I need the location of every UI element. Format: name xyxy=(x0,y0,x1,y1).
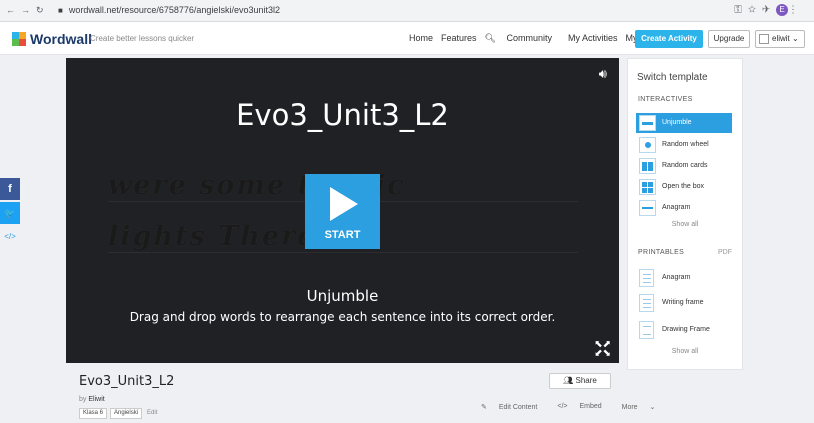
resource-actions: ✎ Edit Content </> Embed More ⌄ xyxy=(481,403,675,411)
share-icon: 👥︎ xyxy=(563,376,574,385)
edit-content-label: Edit Content xyxy=(498,404,538,411)
tag-klasa[interactable]: Klasa 6 xyxy=(79,408,108,419)
chevron-down-icon: ⌄ xyxy=(792,34,799,43)
interactives-heading: INTERACTIVES xyxy=(638,96,693,103)
share-label: Share xyxy=(575,376,597,385)
printable-anagram[interactable]: Anagram xyxy=(636,267,732,289)
nav-home[interactable]: Home xyxy=(409,33,433,44)
by-prefix: by xyxy=(79,396,87,403)
share-button[interactable]: 👥︎ Share xyxy=(549,373,611,389)
nav-community[interactable]: 🔍︎ Community xyxy=(485,33,560,44)
url-text: wordwall.net/resource/6758776/angielski/… xyxy=(68,5,280,15)
interactives-show-all[interactable]: Show all xyxy=(628,221,742,228)
logo-text: Wordwall xyxy=(30,31,92,47)
activity-player[interactable]: 🔊︎ Evo3_Unit3_L2 were some traffic light… xyxy=(66,58,619,363)
switch-template-panel: Switch template INTERACTIVES Unjumble Ra… xyxy=(627,58,743,370)
printable-drawing-frame[interactable]: Drawing Frame xyxy=(636,319,732,341)
anagram-icon xyxy=(639,200,656,216)
upgrade-button[interactable]: Upgrade xyxy=(708,30,750,48)
template-label: Unjumble xyxy=(662,119,692,126)
twitter-share-button[interactable]: 🐦 xyxy=(0,202,20,224)
template-name: Unjumble xyxy=(306,287,379,305)
wordwall-logo[interactable]: Wordwall xyxy=(12,31,92,47)
template-random-wheel[interactable]: Random wheel xyxy=(636,135,732,155)
template-label: Anagram xyxy=(662,204,691,211)
unjumble-icon xyxy=(639,115,656,131)
logo-icon xyxy=(12,32,26,46)
printable-label: Drawing Frame xyxy=(662,326,710,333)
template-unjumble[interactable]: Unjumble xyxy=(636,113,732,133)
author-link[interactable]: Eliwit xyxy=(88,396,104,403)
start-button[interactable]: START xyxy=(305,174,380,249)
nav-features[interactable]: Features xyxy=(441,33,477,44)
template-random-cards[interactable]: Random cards xyxy=(636,156,732,176)
panel-heading: Switch template xyxy=(637,72,708,83)
chevron-down-icon: ⌄ xyxy=(649,404,656,411)
facebook-share-button[interactable]: f xyxy=(0,178,20,200)
info-icon: ■ xyxy=(58,6,63,15)
byline: by Eliwit xyxy=(79,396,105,403)
site-header: Wordwall Create better lessons quicker H… xyxy=(0,22,814,55)
printable-writing-frame[interactable]: Writing frame xyxy=(636,292,732,314)
embed-button[interactable]: </> Embed xyxy=(557,403,611,411)
facebook-icon: f xyxy=(8,183,12,195)
tagline: Create better lessons quicker xyxy=(90,34,195,43)
browser-actions: ⚿☆✈ E ⋮ xyxy=(734,4,804,16)
extension-icon[interactable]: ✈ xyxy=(762,5,776,16)
code-icon: </> xyxy=(4,232,16,241)
printable-label: Writing frame xyxy=(662,299,704,306)
pdf-label: PDF xyxy=(718,249,732,256)
printables-heading: PRINTABLES xyxy=(638,249,685,256)
browser-nav-icons[interactable]: ←→↻ xyxy=(6,5,50,16)
pencil-icon: ✎ xyxy=(481,404,487,411)
tag-list: Klasa 6 Angielski Edit xyxy=(79,408,157,419)
nav-community-label: Community xyxy=(506,33,553,43)
edit-content-button[interactable]: ✎ Edit Content xyxy=(481,403,547,411)
user-avatar-icon xyxy=(759,34,769,44)
fullscreen-icon[interactable]: ⬉⬈ ⬋⬊ xyxy=(594,340,611,359)
edit-tags-link[interactable]: Edit xyxy=(147,408,157,419)
template-anagram[interactable]: Anagram xyxy=(636,198,732,218)
more-button[interactable]: More ⌄ xyxy=(622,403,666,411)
start-label: START xyxy=(324,229,361,241)
more-label: More xyxy=(621,404,638,411)
template-label: Random cards xyxy=(662,162,708,169)
user-name: eliwit xyxy=(772,34,790,43)
address-bar[interactable]: ■ wordwall.net/resource/6758776/angielski… xyxy=(58,5,280,15)
writing-frame-icon xyxy=(639,294,654,312)
tag-subject[interactable]: Angielski xyxy=(110,408,143,419)
volume-icon[interactable]: 🔊︎ xyxy=(599,66,607,82)
template-open-the-box[interactable]: Open the box xyxy=(636,177,732,197)
template-label: Open the box xyxy=(662,183,705,190)
template-label: Random wheel xyxy=(662,141,709,148)
printable-label: Anagram xyxy=(662,274,691,281)
search-icon: 🔍︎ xyxy=(484,33,496,43)
resource-title: Evo3_Unit3_L2 xyxy=(79,374,175,389)
code-icon: </> xyxy=(557,403,568,410)
profile-avatar[interactable]: E xyxy=(776,4,788,16)
twitter-icon: 🐦 xyxy=(4,208,16,218)
random-wheel-icon xyxy=(639,137,656,153)
random-cards-icon xyxy=(639,158,656,174)
create-activity-button[interactable]: Create Activity xyxy=(635,30,703,48)
drawing-frame-icon xyxy=(639,321,654,339)
key-icon[interactable]: ⚿ xyxy=(734,5,748,16)
embed-share-button[interactable]: </> xyxy=(0,226,20,248)
star-icon[interactable]: ☆ xyxy=(748,5,762,16)
activity-title: Evo3_Unit3_L2 xyxy=(236,98,449,132)
anagram-sheet-icon xyxy=(639,269,654,287)
play-icon xyxy=(330,187,358,221)
template-description: Drag and drop words to rearrange each se… xyxy=(129,310,556,324)
open-the-box-icon xyxy=(639,179,656,195)
printables-show-all[interactable]: Show all xyxy=(628,348,742,355)
browser-toolbar: ←→↻ ■ wordwall.net/resource/6758776/angie… xyxy=(0,0,814,22)
nav-my-activities[interactable]: My Activities xyxy=(568,33,618,44)
menu-icon[interactable]: ⋮ xyxy=(788,5,804,16)
user-menu[interactable]: eliwit ⌄ xyxy=(755,30,805,48)
embed-label: Embed xyxy=(579,403,602,410)
